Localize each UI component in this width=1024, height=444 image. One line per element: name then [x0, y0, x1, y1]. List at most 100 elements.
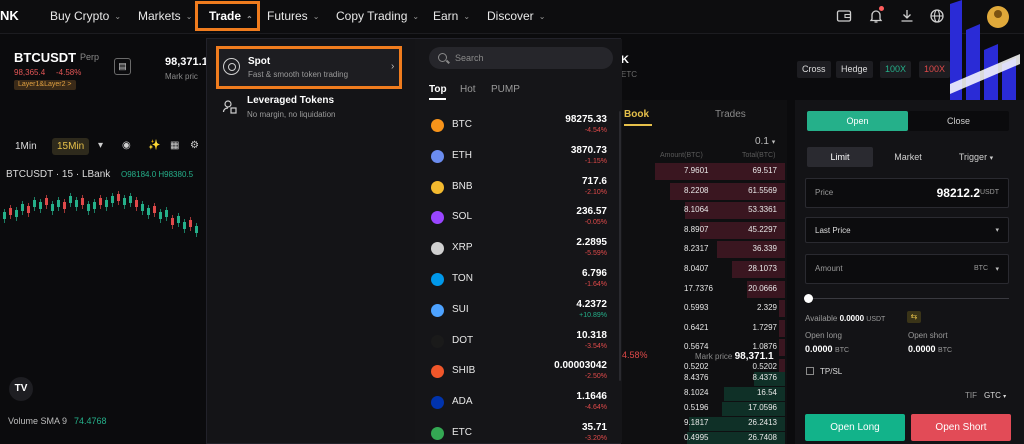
column-header-total: Total(BTC)	[742, 152, 776, 159]
nav-earn[interactable]: Earn ⌄	[433, 9, 470, 23]
order-type-trigger[interactable]: Trigger ▾	[943, 147, 1009, 167]
tpsl-checkbox[interactable]	[806, 367, 814, 375]
open-long-label: Open long	[805, 331, 842, 340]
menu-item-spot[interactable]: Spot Fast & smooth token trading ›	[216, 46, 402, 89]
market-row-dot[interactable]: DOT 10.318 -3.54%	[415, 327, 622, 358]
leveraged-tokens-title[interactable]: Leveraged Tokens	[247, 95, 334, 106]
download-icon[interactable]	[898, 8, 916, 26]
bid-row[interactable]: 0.5196 17.0596	[622, 401, 787, 416]
open-long-button[interactable]: Open Long	[805, 414, 905, 441]
market-row-eth[interactable]: ETH 3870.73 -1.15%	[415, 142, 622, 173]
tab-top[interactable]: Top	[429, 84, 447, 95]
timeframe-1min[interactable]: 1Min	[10, 138, 42, 155]
nav-futures[interactable]: Futures ⌄	[267, 9, 319, 23]
coin-price: 98275.33	[565, 114, 607, 125]
bid-row[interactable]: 8.1024 16.54	[622, 386, 787, 401]
market-row-etc[interactable]: ETC 35.71 -3.20%	[415, 419, 622, 444]
open-short-value: 0.0000 BTC	[908, 344, 953, 354]
nav-copy-trading[interactable]: Copy Trading ⌄	[336, 9, 419, 23]
last-price-select[interactable]: Last Price ▾	[805, 217, 1009, 243]
open-short-label: Open short	[908, 331, 948, 340]
nav-trade[interactable]: Trade ⌄	[209, 9, 253, 23]
price-field[interactable]: Price 98212.2 USDT	[805, 178, 1009, 208]
leveraged-tokens-description: No margin, no liquidation	[247, 110, 336, 119]
tradingview-logo[interactable]: TV	[9, 377, 33, 401]
nav-discover[interactable]: Discover ⌄	[487, 9, 545, 23]
search-input[interactable]	[455, 50, 605, 66]
short-leverage-button[interactable]: 100X	[919, 61, 951, 78]
chevron-down-icon[interactable]: ▾	[98, 140, 103, 151]
wallet-icon[interactable]	[835, 8, 853, 26]
nav-markets[interactable]: Markets ⌄	[138, 9, 192, 23]
transfer-icon[interactable]: ⇆	[907, 311, 921, 323]
ask-row[interactable]: 0.6421 1.7297	[622, 319, 787, 338]
ask-row[interactable]: 17.7376 20.0666	[622, 280, 787, 299]
scrollbar[interactable]	[619, 111, 621, 381]
coin-change: -1.64%	[584, 281, 607, 288]
candle-type-icon[interactable]: ◉	[122, 140, 131, 151]
amount-slider[interactable]	[809, 298, 1009, 299]
leveraged-tokens-icon	[222, 99, 238, 115]
slider-handle[interactable]	[804, 294, 813, 303]
gtc-select[interactable]: GTC ▾	[984, 391, 1006, 400]
coin-change: -2.10%	[584, 188, 607, 196]
market-row-ton[interactable]: TON 6.796 -1.64%	[415, 265, 622, 296]
grid-icon[interactable]: ▦	[170, 140, 179, 151]
coin-change: +10.89%	[579, 311, 607, 319]
indicator-icon[interactable]: ✨	[148, 140, 160, 151]
bid-row[interactable]: 8.4376 8.4376	[622, 371, 787, 386]
ask-row[interactable]: 8.1064 53.3361	[622, 201, 787, 220]
ask-total: 45.2297	[748, 224, 777, 234]
ask-row[interactable]: 8.8907 45.2297	[622, 221, 787, 240]
market-row-btc[interactable]: BTC 98275.33 -4.54%	[415, 111, 622, 142]
precision-select[interactable]: 0.1 ▾	[755, 136, 775, 147]
price-chart[interactable]	[0, 180, 205, 250]
ask-row[interactable]: 0.5993 2.329	[622, 299, 787, 318]
coin-change: -5.59%	[584, 250, 607, 258]
ask-row[interactable]: 8.2208 61.5569	[622, 182, 787, 201]
sector-tag[interactable]: Layer1&Layer2 >	[14, 80, 76, 90]
open-short-button[interactable]: Open Short	[911, 414, 1011, 441]
close-tab[interactable]: Close	[908, 111, 1009, 131]
ask-amount: 0.5202	[684, 362, 709, 371]
market-list: Top Hot PUMP BTC 98275.33 -4.54% ETH 3870.73…	[415, 39, 622, 443]
tab-trades[interactable]: Trades	[715, 109, 746, 120]
symbol[interactable]: BTCUSDT	[14, 50, 76, 65]
ask-row[interactable]: 8.2317 36.339	[622, 240, 787, 259]
market-row-bnb[interactable]: BNB 717.6 -2.10%	[415, 173, 622, 204]
market-row-xrp[interactable]: XRP 2.2895 -5.59%	[415, 234, 622, 265]
order-type-limit[interactable]: Limit	[807, 147, 873, 167]
candle-body	[99, 198, 102, 205]
tab-pump[interactable]: PUMP	[491, 84, 520, 95]
nav-buy-crypto[interactable]: Buy Crypto ⌄	[50, 9, 121, 23]
hedge-mode-button[interactable]: Hedge	[836, 61, 873, 78]
search-box[interactable]	[429, 47, 613, 69]
ask-row[interactable]: 8.0407 28.1073	[622, 260, 787, 279]
cross-margin-button[interactable]: Cross	[797, 61, 831, 78]
tab-hot[interactable]: Hot	[460, 84, 476, 95]
candle-body	[153, 206, 156, 213]
candle-body	[189, 220, 192, 227]
globe-icon[interactable]	[928, 8, 946, 26]
trade-panel: Open Close Limit Market Trigger ▾ Price …	[795, 100, 1024, 444]
open-tab[interactable]: Open	[807, 111, 908, 131]
bid-row[interactable]: 9.1817 26.2413	[622, 416, 787, 431]
ton-coin-icon	[431, 273, 444, 286]
logo[interactable]: NK	[0, 8, 19, 23]
market-row-shib[interactable]: SHIB 0.00003042 -2.50%	[415, 357, 622, 388]
market-row-sol[interactable]: SOL 236.57 -0.05%	[415, 203, 622, 234]
market-row-ada[interactable]: ADA 1.1646 -4.64%	[415, 388, 622, 419]
candle-body	[183, 222, 186, 229]
bid-row[interactable]: 0.4995 26.7408	[622, 431, 787, 444]
long-leverage-button[interactable]: 100X	[880, 61, 912, 78]
amount-field[interactable]: Amount BTC ▾	[805, 254, 1009, 284]
ask-row[interactable]: 7.9601 69.517	[622, 162, 787, 181]
timeframe-15min[interactable]: 15Min	[52, 138, 90, 155]
document-icon[interactable]: ▤	[114, 58, 131, 75]
tab-book[interactable]: Book	[624, 109, 649, 120]
market-row-sui[interactable]: SUI 4.2372 +10.89%	[415, 296, 622, 327]
candle-body	[165, 210, 168, 217]
price-label: Price	[815, 188, 834, 197]
order-type-market[interactable]: Market	[875, 147, 941, 167]
settings-icon[interactable]: ⚙	[190, 140, 199, 151]
